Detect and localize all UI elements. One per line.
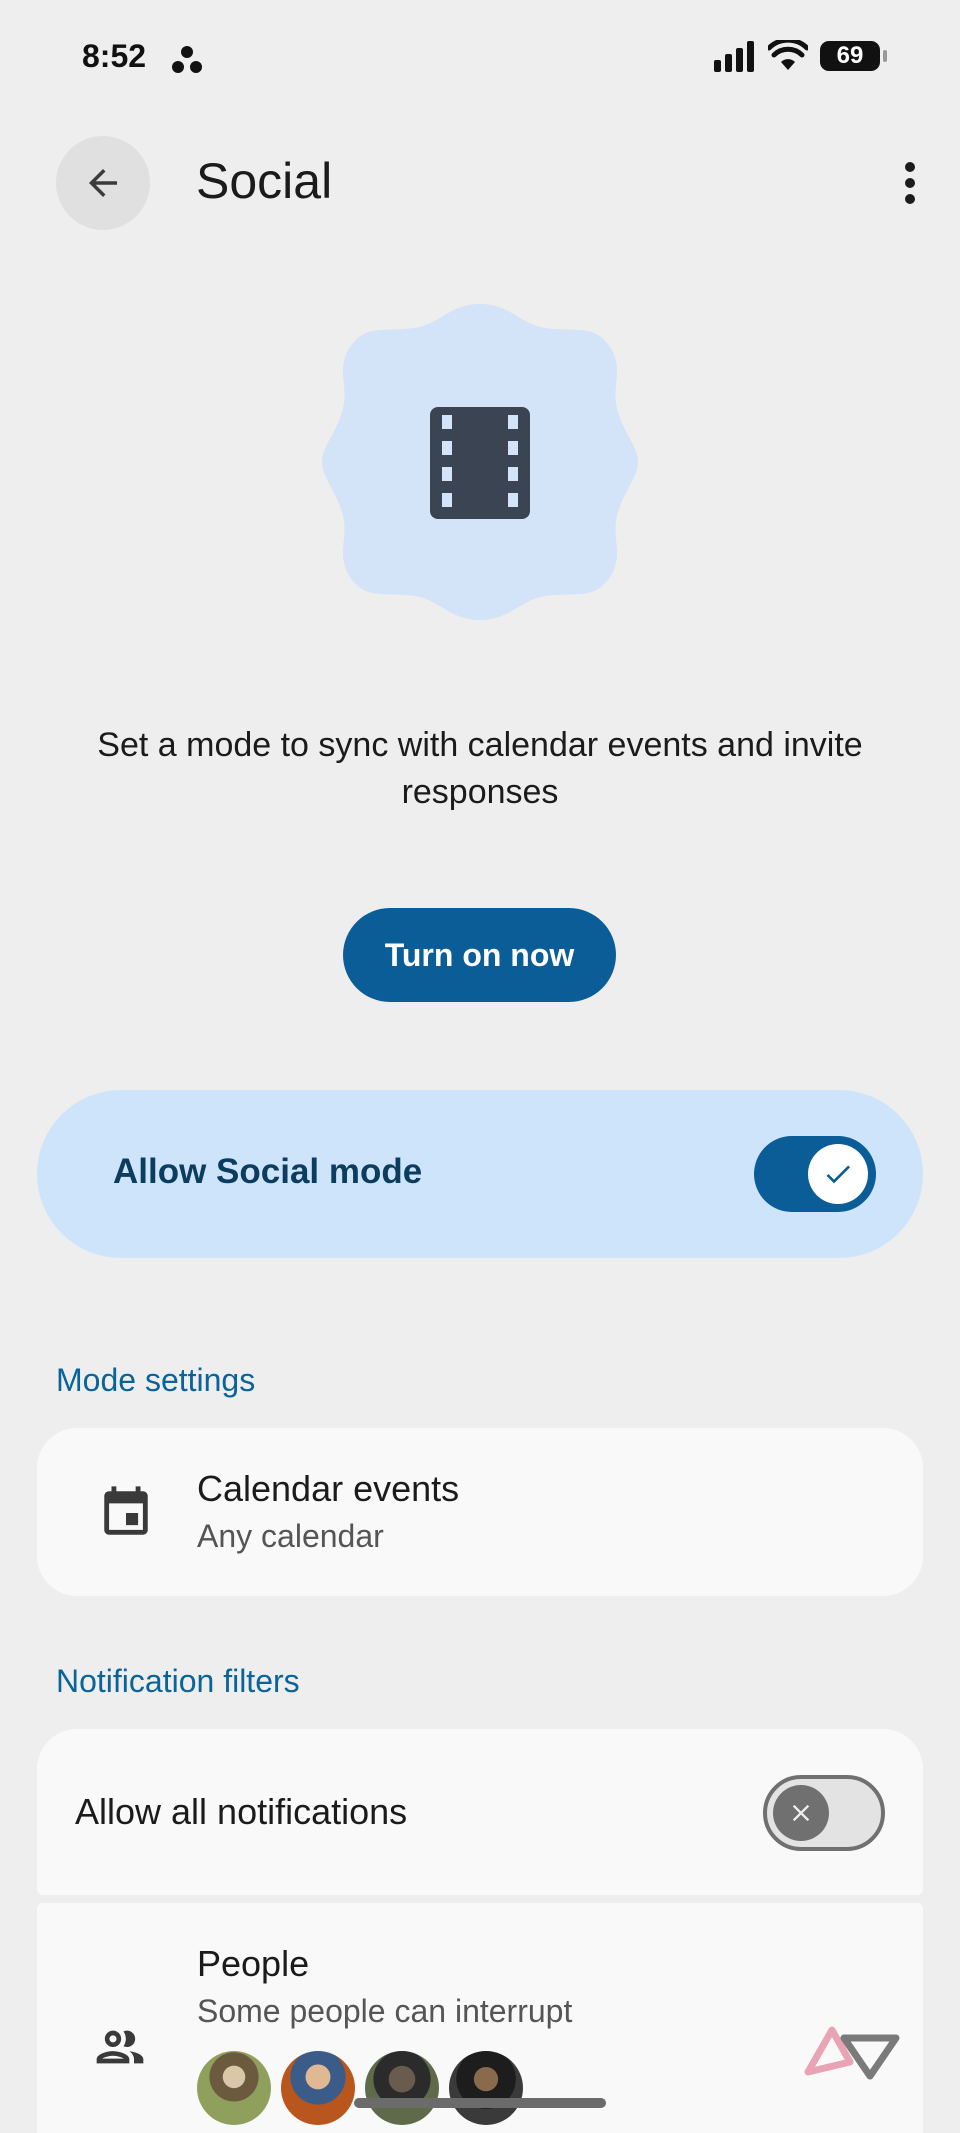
home-indicator[interactable] bbox=[354, 2098, 606, 2108]
allow-mode-label: Allow Social mode bbox=[113, 1152, 423, 1191]
allow-mode-switch[interactable] bbox=[754, 1136, 876, 1212]
allow-all-notifications-row[interactable]: Allow all notifications bbox=[37, 1729, 923, 1895]
avatar bbox=[449, 2051, 523, 2125]
status-bar: 8:52 69 bbox=[0, 0, 960, 120]
people-subtitle: Some people can interrupt bbox=[197, 1993, 573, 2029]
avatar bbox=[197, 2051, 271, 2125]
people-avatars bbox=[197, 2051, 523, 2125]
people-icon bbox=[96, 2030, 144, 2064]
calendar-events-row[interactable]: Calendar events Any calendar bbox=[37, 1428, 923, 1596]
notification-dots-icon bbox=[172, 46, 202, 73]
more-vert-icon bbox=[905, 162, 915, 204]
status-time: 8:52 bbox=[82, 38, 147, 74]
notification-filters-heading: Notification filters bbox=[56, 1663, 300, 1699]
allow-all-notifications-label: Allow all notifications bbox=[75, 1791, 408, 1832]
switch-knob bbox=[808, 1144, 868, 1204]
back-arrow-icon bbox=[89, 169, 117, 197]
calendar-icon bbox=[104, 1486, 148, 1535]
wifi-icon bbox=[768, 40, 808, 70]
allow-all-notifications-switch[interactable] bbox=[763, 1775, 885, 1851]
avatar bbox=[365, 2051, 439, 2125]
signal-icon bbox=[714, 41, 754, 72]
page-title: Social bbox=[196, 153, 333, 209]
calendar-events-title: Calendar events bbox=[197, 1468, 460, 1509]
battery-icon: 69 bbox=[820, 41, 887, 71]
avatar bbox=[281, 2051, 355, 2125]
more-options-button[interactable] bbox=[880, 150, 940, 216]
close-icon bbox=[792, 1804, 810, 1822]
watermark-logo-icon bbox=[804, 2026, 900, 2080]
mode-hero-badge bbox=[322, 304, 638, 620]
switch-knob bbox=[773, 1785, 829, 1841]
status-icons: 69 bbox=[712, 40, 887, 72]
film-icon bbox=[430, 407, 530, 519]
calendar-events-subtitle: Any calendar bbox=[197, 1518, 384, 1554]
mode-settings-heading: Mode settings bbox=[56, 1362, 256, 1398]
check-icon bbox=[826, 1165, 850, 1184]
mode-description: Set a mode to sync with calendar events … bbox=[97, 726, 863, 811]
people-title: People bbox=[197, 1943, 310, 1984]
turn-on-now-button[interactable]: Turn on now bbox=[343, 908, 616, 1002]
back-button[interactable] bbox=[56, 136, 150, 230]
allow-mode-card[interactable]: Allow Social mode bbox=[37, 1090, 923, 1258]
